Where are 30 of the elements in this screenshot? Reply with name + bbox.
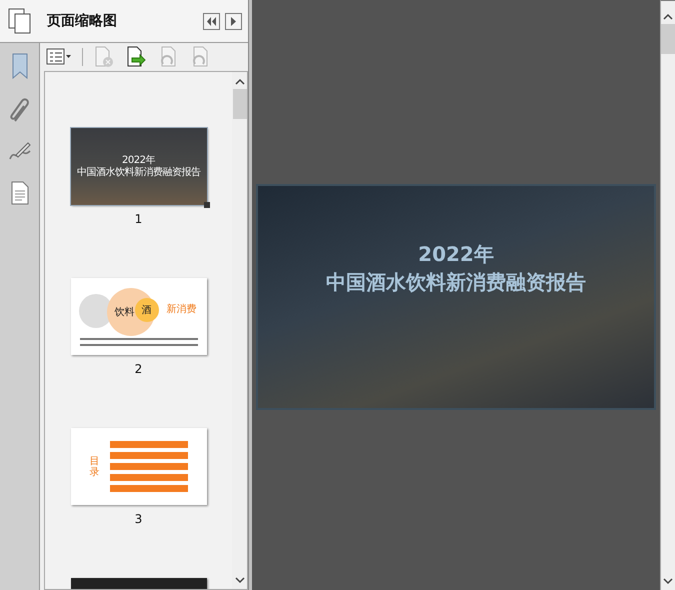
text-lines-icon xyxy=(80,338,198,346)
scrollbar[interactable] xyxy=(660,0,675,590)
collapse-icon[interactable] xyxy=(203,12,220,30)
bookmark-icon[interactable] xyxy=(10,53,30,79)
scroll-up-icon[interactable] xyxy=(234,78,244,85)
scroll-up-icon[interactable] xyxy=(663,13,673,20)
panel-title: 页面缩略图 xyxy=(47,12,118,30)
expand-icon[interactable] xyxy=(225,12,242,30)
scroll-down-icon[interactable] xyxy=(663,578,673,585)
circle-icon xyxy=(78,294,112,328)
slide-title: 2022年 xyxy=(418,241,494,268)
paperclip-icon[interactable] xyxy=(8,97,30,123)
splitter-handle[interactable] xyxy=(248,0,252,590)
options-icon[interactable] xyxy=(46,48,72,66)
page-number: 1 xyxy=(134,211,142,227)
document-icon[interactable] xyxy=(10,181,30,205)
resize-handle[interactable] xyxy=(204,202,210,208)
insert-page-icon[interactable] xyxy=(125,46,147,68)
thumbnail-label: 新消费 xyxy=(166,302,196,316)
thumbnail-title: 中国酒水饮料新消费融资报告 xyxy=(76,166,200,178)
page-thumbnail[interactable]: 饮料 酒 新消费 xyxy=(70,278,206,355)
scroll-down-icon[interactable] xyxy=(234,577,244,584)
thumbnail-heading: 目录 xyxy=(90,456,100,478)
thumbnail-title: 2022年 xyxy=(122,154,155,166)
scroll-thumb[interactable] xyxy=(232,89,246,119)
page-number: 2 xyxy=(134,361,142,377)
scroll-thumb[interactable] xyxy=(661,24,675,54)
slide-title: 中国酒水饮料新消费融资报告 xyxy=(326,269,586,296)
pages-icon[interactable] xyxy=(8,8,32,34)
page-number: 3 xyxy=(134,511,142,527)
